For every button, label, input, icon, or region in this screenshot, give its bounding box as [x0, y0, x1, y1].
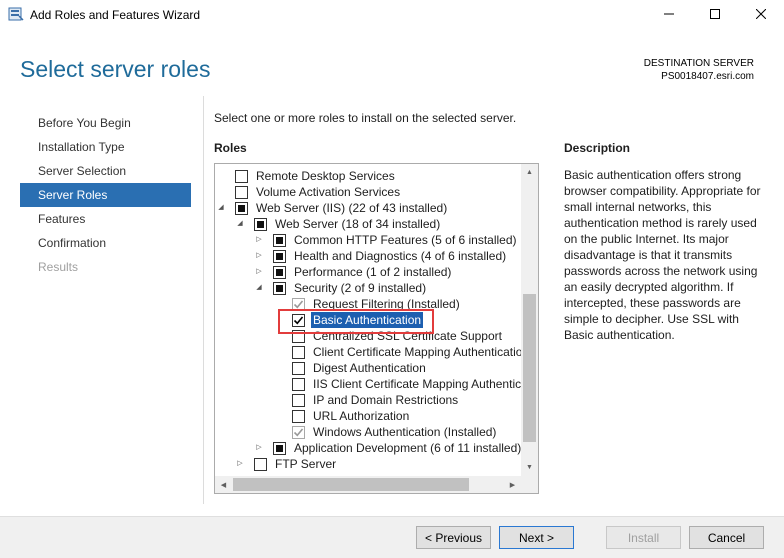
checkbox-unchecked[interactable]: [254, 458, 267, 471]
expand-arrow-icon[interactable]: ▷: [254, 264, 264, 280]
expand-arrow-icon[interactable]: ▷: [235, 456, 245, 472]
scroll-right-icon[interactable]: ▶: [504, 476, 521, 493]
nav-item-server-roles[interactable]: Server Roles: [20, 183, 191, 207]
minimize-button[interactable]: [646, 0, 692, 30]
checkbox-partial[interactable]: [273, 282, 286, 295]
checkbox-unchecked[interactable]: [292, 378, 305, 391]
title-bar: Add Roles and Features Wizard: [0, 0, 784, 30]
scroll-left-icon[interactable]: ◀: [215, 476, 232, 493]
collapse-arrow-icon[interactable]: ◢: [254, 280, 264, 296]
tree-item-label: IIS Client Certificate Mapping Authentic…: [313, 377, 539, 391]
expand-arrow-icon[interactable]: ▷: [254, 440, 264, 456]
checkbox-partial[interactable]: [235, 202, 248, 215]
collapse-arrow-icon[interactable]: ◢: [216, 200, 226, 216]
checkbox-checked-disabled: [292, 426, 305, 439]
maximize-icon: [710, 8, 720, 22]
next-button[interactable]: Next >: [499, 526, 574, 549]
previous-button[interactable]: < Previous: [416, 526, 491, 549]
page-title: Select server roles: [20, 56, 211, 82]
tree-item-label: Remote Desktop Services: [256, 169, 395, 183]
close-button[interactable]: [738, 0, 784, 30]
instruction-text: Select one or more roles to install on t…: [214, 111, 517, 125]
tree-item-label: Security (2 of 9 installed): [294, 281, 427, 295]
tree-item-label: IP and Domain Restrictions: [313, 393, 459, 407]
nav-item-before-you-begin[interactable]: Before You Begin: [20, 111, 191, 135]
expand-arrow-icon[interactable]: ▷: [254, 232, 264, 248]
checkbox-partial[interactable]: [273, 266, 286, 279]
tree-item-label: URL Authorization: [313, 409, 410, 423]
scroll-down-icon[interactable]: ▼: [521, 459, 538, 476]
highlight-annotation: [278, 309, 434, 334]
vertical-scroll-thumb[interactable]: [523, 294, 536, 442]
nav-divider: [203, 96, 204, 504]
horizontal-scroll-thumb[interactable]: [233, 478, 469, 491]
tree-item-label: Application Development (6 of 11 install…: [294, 441, 522, 455]
tree-item-label: Client Certificate Mapping Authenticatio…: [313, 345, 530, 359]
tree-item-label: Web Server (18 of 34 installed): [275, 217, 441, 231]
checkbox-unchecked[interactable]: [235, 186, 248, 199]
destination-server-name: PS0018407.esri.com: [661, 71, 754, 82]
scroll-up-icon[interactable]: ▲: [521, 164, 538, 181]
tree-item-label: Performance (1 of 2 installed): [294, 265, 452, 279]
nav-item-confirmation[interactable]: Confirmation: [20, 231, 191, 255]
nav-item-results: Results: [38, 260, 79, 274]
vertical-scrollbar[interactable]: ▲ ▼: [521, 164, 538, 476]
checkbox-unchecked[interactable]: [292, 394, 305, 407]
checkbox-partial[interactable]: [273, 442, 286, 455]
tree-item-label: Volume Activation Services: [256, 185, 401, 199]
collapse-arrow-icon[interactable]: ◢: [235, 216, 245, 232]
install-button: Install: [606, 526, 681, 549]
checkbox-unchecked[interactable]: [292, 362, 305, 375]
nav-item-server-selection[interactable]: Server Selection: [20, 159, 191, 183]
cancel-button[interactable]: Cancel: [689, 526, 764, 549]
nav-item-installation-type[interactable]: Installation Type: [20, 135, 191, 159]
horizontal-scrollbar[interactable]: ◀ ▶: [215, 476, 521, 493]
tree-item-label: Common HTTP Features (5 of 6 installed): [294, 233, 517, 247]
destination-server-info: DESTINATION SERVER PS0018407.esri.com: [644, 57, 754, 83]
roles-header: Roles: [214, 141, 247, 155]
tree-item-label: Windows Authentication (Installed): [313, 425, 497, 439]
checkbox-unchecked[interactable]: [292, 346, 305, 359]
wizard-nav: Before You Begin Installation Type Serve…: [20, 111, 191, 279]
tree-item-label: Health and Diagnostics (4 of 6 installed…: [294, 249, 507, 263]
maximize-button[interactable]: [692, 0, 738, 30]
description-header: Description: [564, 141, 631, 155]
expand-arrow-icon[interactable]: ▷: [254, 248, 264, 264]
minimize-icon: [664, 8, 674, 22]
description-text: Basic authentication offers strong brows…: [564, 168, 761, 342]
checkbox-partial[interactable]: [273, 250, 286, 263]
close-icon: [755, 8, 767, 22]
tree-item-label: FTP Server: [275, 457, 337, 471]
checkbox-unchecked[interactable]: [292, 410, 305, 423]
nav-item-features[interactable]: Features: [20, 207, 191, 231]
tree-item-label: Digest Authentication: [313, 361, 426, 375]
destination-label: DESTINATION SERVER: [643, 58, 754, 69]
checkbox-partial[interactable]: [254, 218, 267, 231]
checkbox-unchecked[interactable]: [235, 170, 248, 183]
checkbox-partial[interactable]: [273, 234, 286, 247]
window-title: Add Roles and Features Wizard: [30, 8, 201, 22]
scrollbar-corner: [521, 476, 538, 493]
server-manager-icon: [8, 7, 24, 22]
roles-tree[interactable]: Remote Desktop Services Volume Activation…: [214, 163, 539, 494]
tree-item-label: Web Server (IIS) (22 of 43 installed): [256, 201, 448, 215]
